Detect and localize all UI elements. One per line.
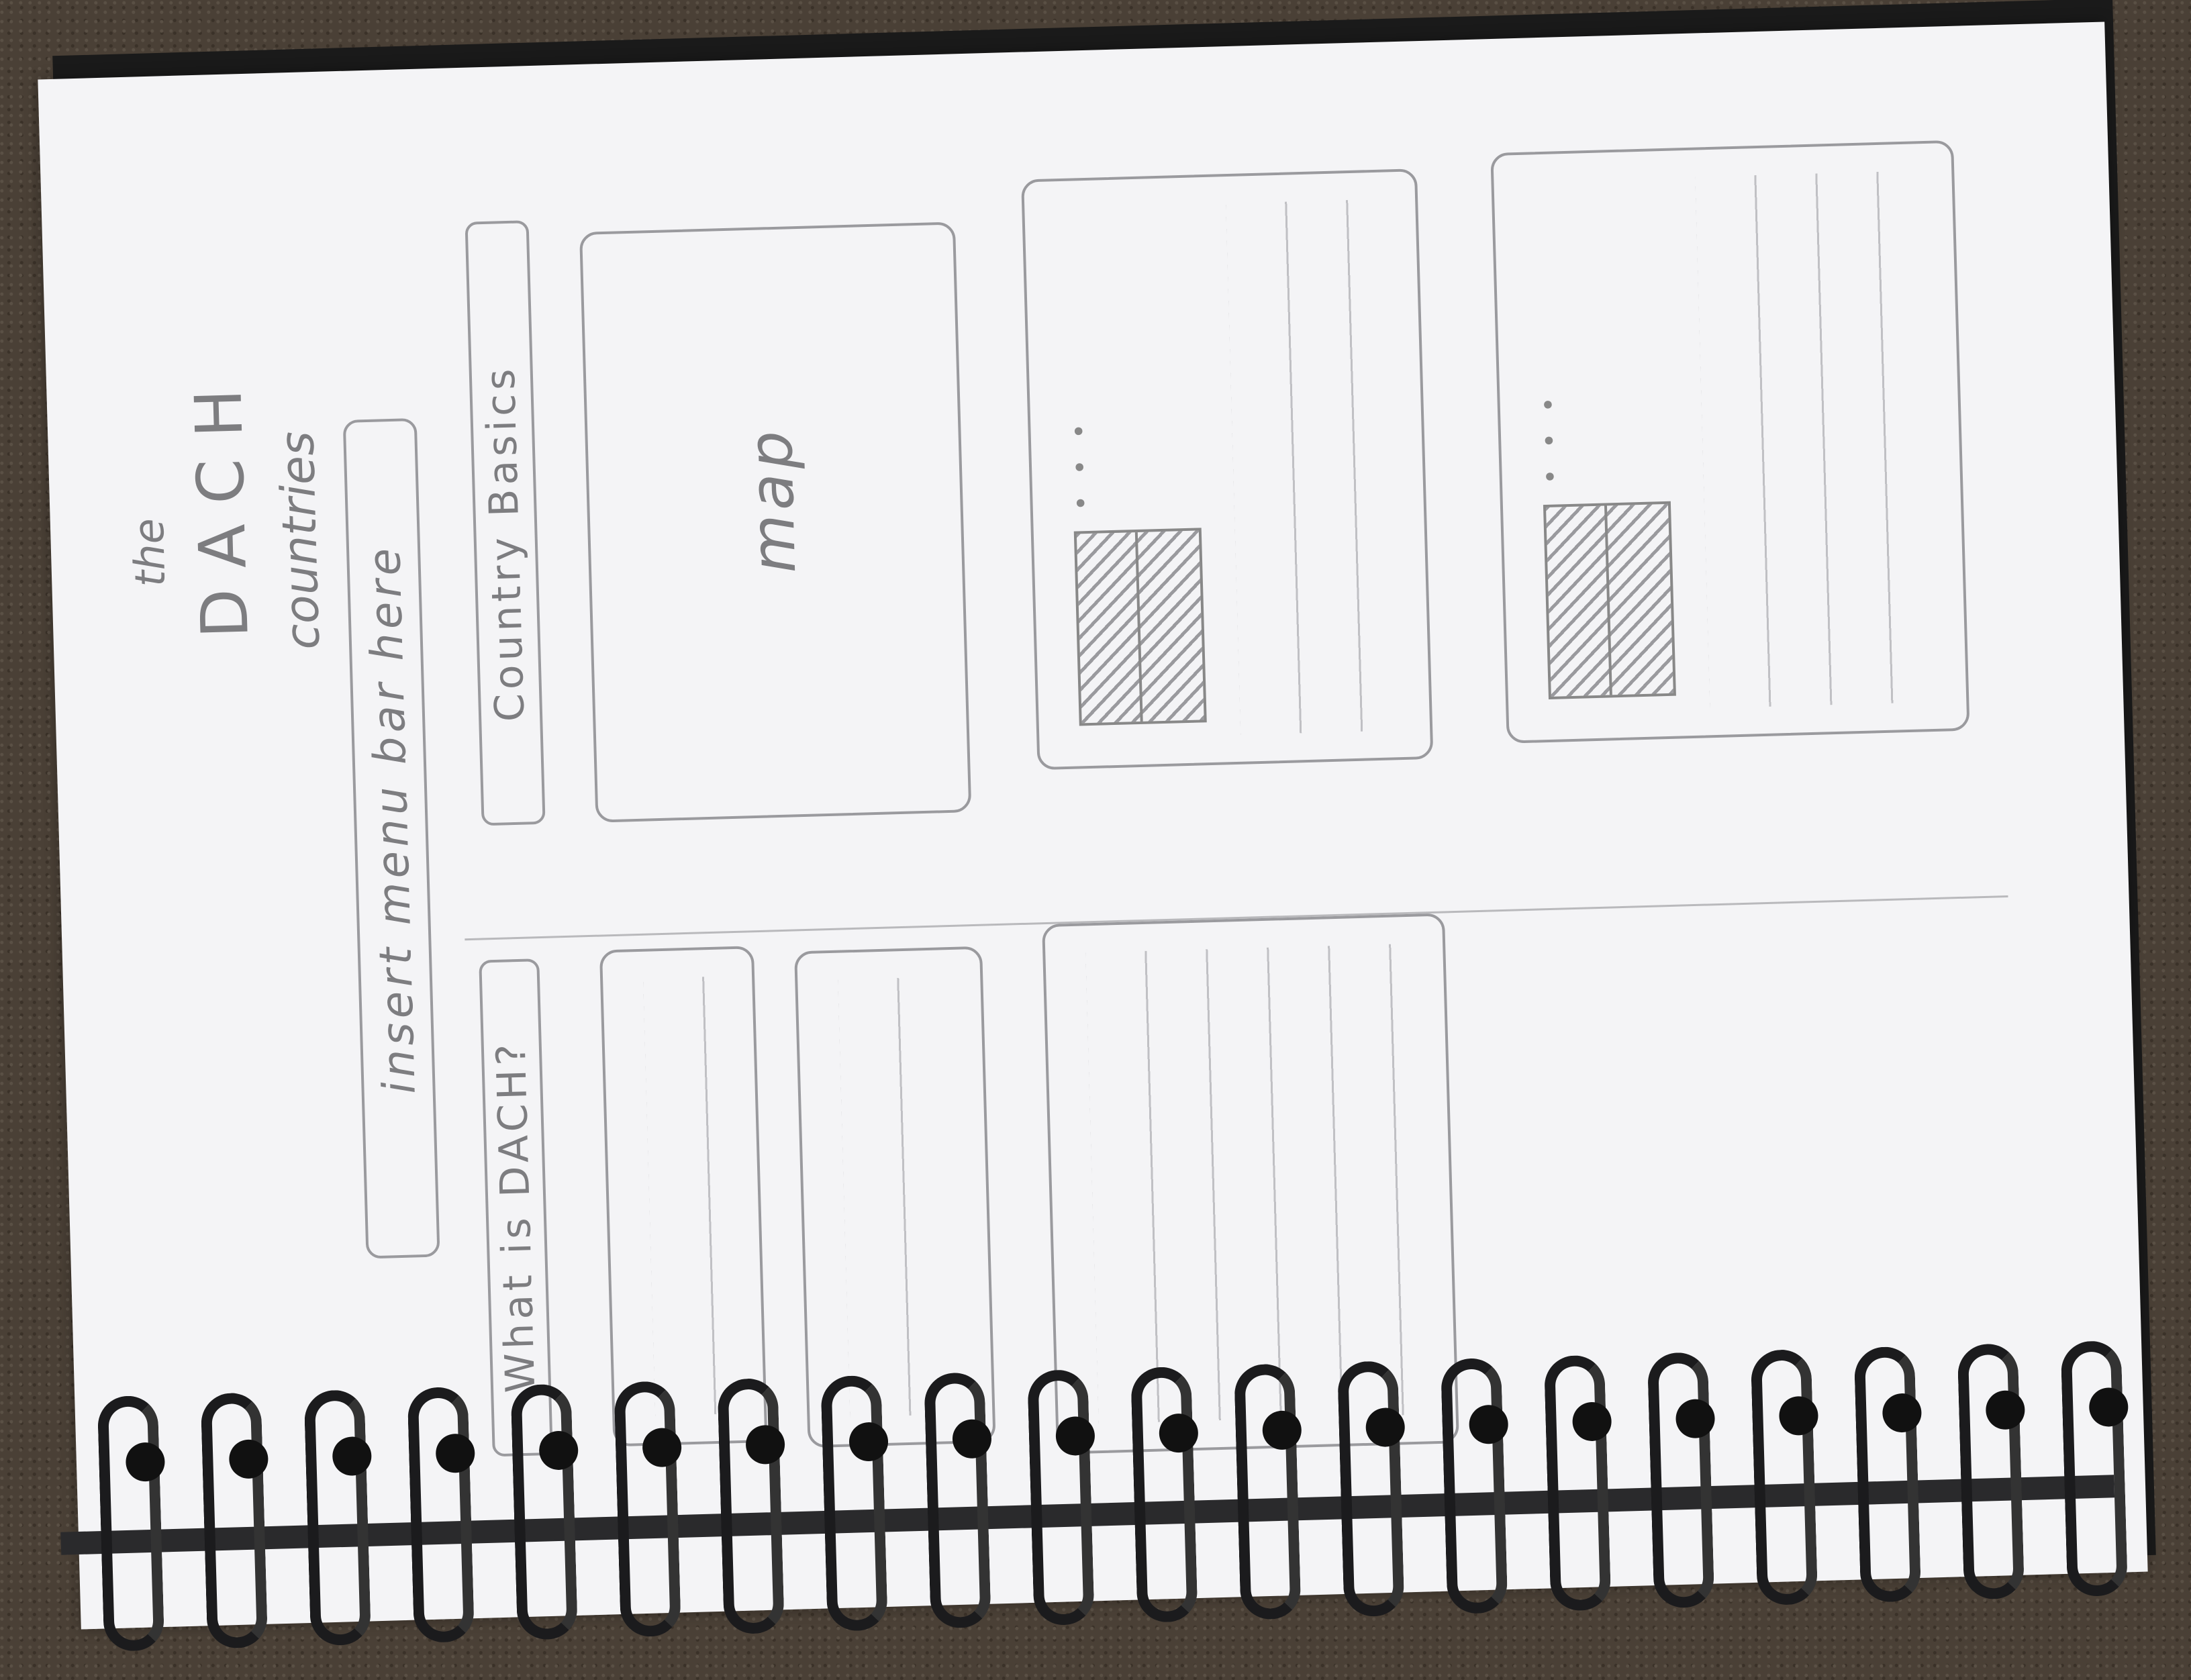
text-lines <box>1085 944 1416 1424</box>
spiral-ring <box>1234 1363 1302 1620</box>
spiral-ring <box>303 1389 372 1646</box>
menu-bar-label: insert menu bar here <box>358 543 426 1095</box>
spiral-ring <box>510 1383 579 1640</box>
spiral-ring <box>1853 1346 1922 1603</box>
title-the: the <box>124 517 175 588</box>
text-lines <box>1226 199 1404 735</box>
spiral-ring <box>1543 1354 1612 1612</box>
map-label: map <box>735 426 810 575</box>
spiral-ring <box>717 1377 785 1635</box>
country-card-2: ••• <box>1490 140 1970 744</box>
carousel-dots: ••• <box>1063 402 1098 511</box>
spiral-ring <box>614 1381 681 1638</box>
title-countries: countries <box>269 430 331 650</box>
spiral-ring <box>1027 1369 1095 1626</box>
spiral-ring <box>407 1386 475 1644</box>
spiral-ring <box>1336 1361 1405 1618</box>
text-lines <box>1695 170 1940 709</box>
section-what-label: What is DACH? <box>487 1039 545 1394</box>
section-header-what-is-dach: What is DACH? <box>479 958 553 1457</box>
spiral-ring <box>1647 1352 1715 1609</box>
spiral-ring <box>1130 1366 1198 1623</box>
text-lines <box>643 976 724 1416</box>
map-placeholder: map <box>579 221 972 823</box>
section-header-country-basics: Country Basics <box>465 220 546 826</box>
spiral-ring <box>924 1372 991 1629</box>
spiral-ring <box>97 1395 165 1652</box>
carousel-dots: ••• <box>1532 376 1567 485</box>
spiral-ring <box>1440 1357 1508 1615</box>
spiral-ring <box>820 1375 888 1632</box>
spiral-binding <box>57 1340 2129 1679</box>
title-dach: DACH <box>180 366 263 640</box>
text-lines <box>838 977 953 1418</box>
flag-placeholder-icon <box>1073 528 1207 726</box>
section-basics-label: Country Basics <box>477 364 534 723</box>
spiral-ring <box>1957 1343 2025 1600</box>
country-card-1: ••• <box>1021 168 1434 771</box>
menu-bar-placeholder: insert menu bar here <box>342 417 440 1259</box>
spiral-ring <box>2060 1340 2129 1597</box>
spiral-ring <box>200 1392 269 1649</box>
text-card-1 <box>599 946 768 1447</box>
spiral-ring <box>1750 1348 1818 1606</box>
flag-placeholder-icon <box>1543 501 1676 699</box>
